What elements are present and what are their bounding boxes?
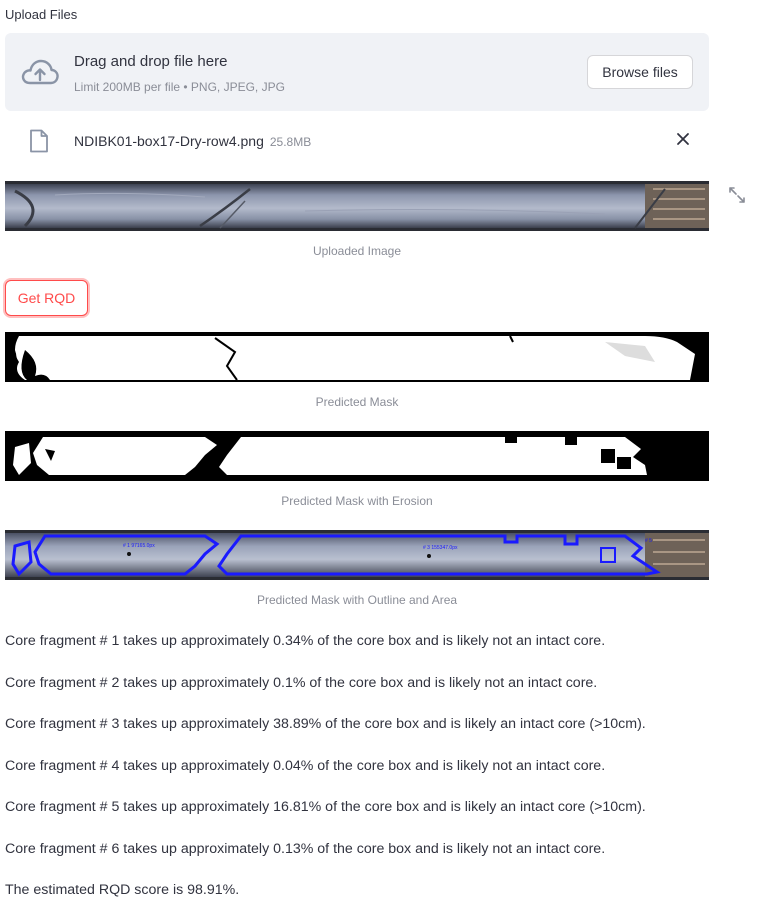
predicted-mask-outline-image: # 1 97165.0px # 3 155347.0px # 5 xyxy=(5,530,709,580)
uploaded-file-row: NDIBK01-box17-Dry-row4.png 25.8MB xyxy=(5,122,709,160)
close-icon[interactable] xyxy=(675,131,691,147)
fragment-result: Core fragment # 6 takes up approximately… xyxy=(5,841,606,857)
file-name-text: NDIBK01-box17-Dry-row4.png xyxy=(74,133,264,149)
predicted-mask-outline-caption: Predicted Mask with Outline and Area xyxy=(256,593,458,607)
fragment-result: Core fragment # 3 takes up approximately… xyxy=(5,716,646,732)
fragment-3-area-label: # 3 155347.0px xyxy=(423,545,458,551)
predicted-mask-caption: Predicted Mask xyxy=(315,395,399,409)
fragment-result: Core fragment # 2 takes up approximately… xyxy=(5,675,598,691)
uploaded-core-image xyxy=(5,181,709,231)
predicted-mask-image xyxy=(5,332,709,382)
fragment-result: Core fragment # 4 takes up approximately… xyxy=(5,758,606,774)
fragment-5-area-label: # 5 xyxy=(645,538,652,544)
dropzone-title: Drag and drop file here xyxy=(74,53,228,70)
fragment-1-area-label: # 1 97165.0px xyxy=(123,543,155,549)
predicted-mask-erosion-image xyxy=(5,431,709,481)
file-size: 25.8MB xyxy=(269,135,312,149)
rqd-score-summary: The estimated RQD score is 98.91%. xyxy=(5,882,240,898)
dropzone-subtitle: Limit 200MB per file • PNG, JPEG, JPG xyxy=(74,80,285,94)
fragment-result: Core fragment # 5 takes up approximately… xyxy=(5,799,646,815)
file-name: NDIBK01-box17-Dry-row4.png 25.8MB xyxy=(74,133,311,149)
uploaded-image-caption: Uploaded Image xyxy=(312,244,402,258)
predicted-mask-erosion-caption: Predicted Mask with Erosion xyxy=(281,494,433,508)
get-rqd-button[interactable]: Get RQD xyxy=(5,280,88,316)
fragment-result: Core fragment # 1 takes up approximately… xyxy=(5,633,606,649)
browse-files-button[interactable]: Browse files xyxy=(587,55,693,89)
file-dropzone[interactable]: Drag and drop file here Limit 200MB per … xyxy=(5,33,709,111)
file-icon xyxy=(30,129,48,153)
cloud-upload-icon xyxy=(21,59,59,85)
expand-fullscreen-icon[interactable] xyxy=(728,186,746,204)
upload-label: Upload Files xyxy=(5,7,78,22)
